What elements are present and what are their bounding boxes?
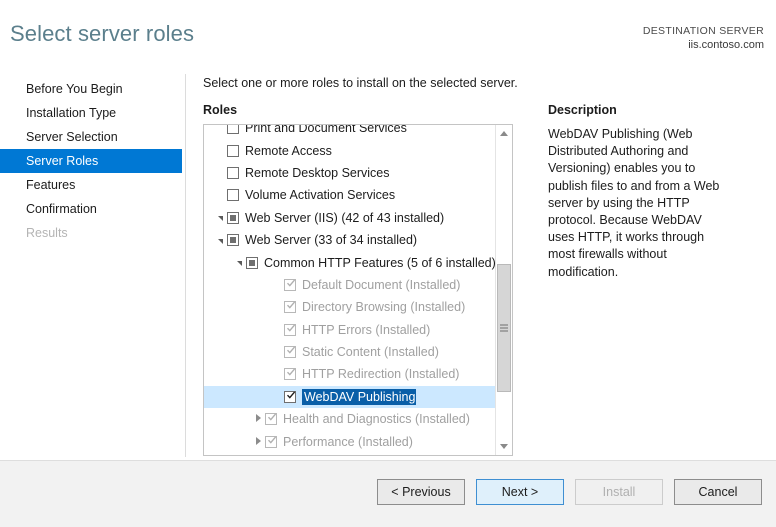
expand-triangle-closed-icon[interactable] [252,436,265,447]
wizard-header: Select server roles DESTINATION SERVER i… [0,0,776,68]
description-heading: Description [548,103,617,117]
checkbox-unchecked[interactable] [227,125,239,135]
server-roles-wizard: Select server roles DESTINATION SERVER i… [0,0,776,527]
scrollbar-thumb[interactable] [497,264,511,392]
nav-content-divider [185,74,186,457]
tree-item-label: Print and Document Services [245,125,407,136]
checkbox-checked[interactable] [284,390,296,403]
checkbox-checked-gray [265,435,277,448]
expand-triangle-open-icon[interactable] [214,236,227,245]
roles-heading: Roles [203,103,238,117]
table-row[interactable]: Common HTTP Features (5 of 6 installed) [204,251,495,273]
next-button[interactable]: Next > [476,479,564,505]
scroll-down-icon[interactable] [496,438,512,455]
table-row[interactable]: WebDAV Publishing [204,385,495,409]
table-row[interactable]: Web Server (33 of 34 installed) [204,229,495,251]
page-title: Select server roles [10,21,195,46]
sidebar-item-installation-type[interactable]: Installation Type [0,101,182,125]
checkbox-checked-gray [265,413,277,426]
checkbox-checked-gray [284,368,296,381]
expand-triangle-open-icon[interactable] [214,213,227,222]
roles-tree-viewport[interactable]: Print and Document Services Remote Access… [204,125,495,455]
cancel-button[interactable]: Cancel [674,479,762,505]
checkbox-partial[interactable] [246,256,258,269]
table-row[interactable]: Security (Installed) [204,453,495,455]
wizard-body: Before You Begin Installation Type Server … [0,68,776,460]
tree-item-label: Static Content (Installed) [302,345,439,360]
checkbox-checked-gray [284,278,296,291]
tree-item-label: Web Server (33 of 34 installed) [245,233,418,248]
checkbox-partial[interactable] [227,211,239,224]
sidebar-item-server-roles[interactable]: Server Roles [0,149,182,173]
wizard-nav: Before You Begin Installation Type Server … [0,77,182,245]
table-row[interactable]: Performance (Installed) [204,430,495,452]
roles-tree-scrollbar[interactable] [495,125,512,455]
checkbox-checked-gray [284,323,296,336]
sidebar-item-confirmation[interactable]: Confirmation [0,197,182,221]
table-row[interactable]: Static Content (Installed) [204,341,495,363]
table-row[interactable]: Remote Desktop Services [204,162,495,184]
table-row[interactable]: Directory Browsing (Installed) [204,296,495,318]
install-button: Install [575,479,663,505]
table-row[interactable]: Default Document (Installed) [204,274,495,296]
tree-item-label: Remote Desktop Services [245,165,390,180]
sidebar-item-server-selection[interactable]: Server Selection [0,125,182,149]
previous-button[interactable]: < Previous [377,479,465,505]
tree-item-label: Volume Activation Services [245,188,396,203]
table-row[interactable]: Print and Document Services [204,125,495,139]
checkbox-unchecked[interactable] [227,144,239,157]
table-row[interactable]: Remote Access [204,139,495,161]
table-row[interactable]: Health and Diagnostics (Installed) [204,408,495,430]
checkbox-unchecked[interactable] [227,189,239,202]
table-row[interactable]: Web Server (IIS) (42 of 43 installed) [204,207,495,229]
table-row[interactable]: HTTP Redirection (Installed) [204,363,495,385]
checkbox-checked-gray [284,301,296,314]
tree-item-label: Directory Browsing (Installed) [302,300,466,315]
wizard-footer: < Previous Next > Install Cancel [0,460,776,527]
instruction-text: Select one or more roles to install on t… [203,76,518,90]
description-text: WebDAV Publishing (Web Distributed Autho… [548,127,720,279]
sidebar-item-features[interactable]: Features [0,173,182,197]
table-row[interactable]: Volume Activation Services [204,184,495,206]
checkbox-checked-gray [284,346,296,359]
tree-item-label: WebDAV Publishing [302,388,417,405]
tree-item-label: HTTP Redirection (Installed) [302,367,460,382]
tree-item-label: Default Document (Installed) [302,277,461,292]
tree-item-label: HTTP Errors (Installed) [302,322,431,337]
tree-item-label: Health and Diagnostics (Installed) [283,412,470,427]
expand-triangle-open-icon[interactable] [233,258,246,267]
table-row[interactable]: HTTP Errors (Installed) [204,319,495,341]
tree-item-label: Performance (Installed) [283,434,413,449]
sidebar-item-before-you-begin[interactable]: Before You Begin [0,77,182,101]
scrollbar-grip-icon [500,324,508,332]
sidebar-item-results: Results [26,226,68,240]
scroll-up-icon[interactable] [496,125,512,142]
expand-triangle-closed-icon[interactable] [252,414,265,424]
checkbox-partial[interactable] [227,234,239,247]
destination-server-value: iis.contoso.com [688,39,764,52]
tree-item-label: Common HTTP Features (5 of 6 installed) [264,255,495,270]
footer-button-row: < Previous Next > Install Cancel [377,479,762,505]
tree-item-label: Remote Access [245,143,332,158]
destination-server-block: DESTINATION SERVER iis.contoso.com [643,24,764,53]
tree-item-label: Web Server (IIS) (42 of 43 installed) [245,210,445,225]
checkbox-unchecked[interactable] [227,166,239,179]
destination-server-label: DESTINATION SERVER [642,25,764,37]
roles-tree-box: Print and Document Services Remote Access… [203,124,513,456]
